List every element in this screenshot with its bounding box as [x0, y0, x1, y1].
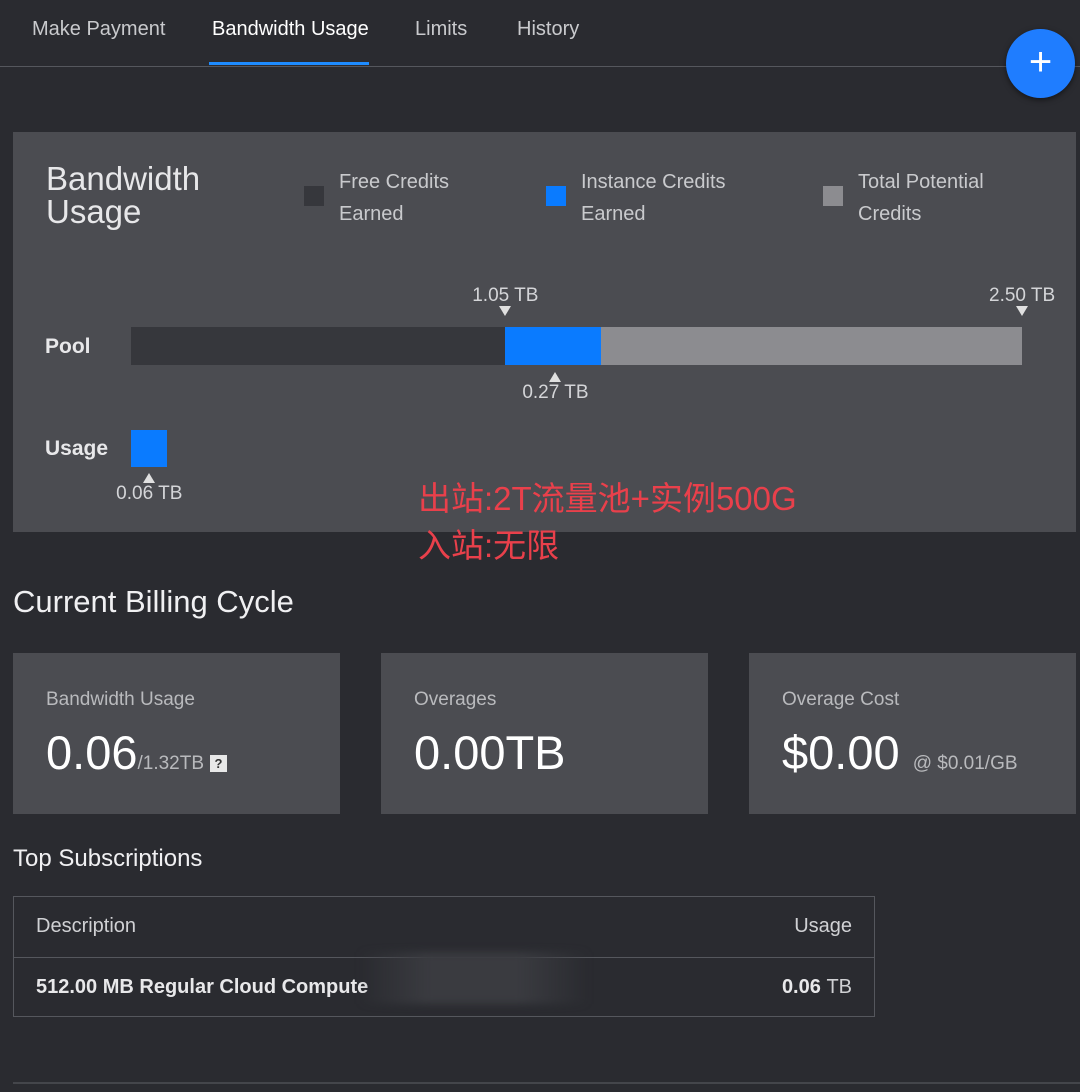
- page-divider: [13, 1082, 1080, 1084]
- card-value: 0.06/1.32TB?: [46, 725, 228, 780]
- help-icon[interactable]: ?: [210, 755, 228, 772]
- column-header-usage: Usage: [794, 915, 852, 937]
- card-value: 0.00TB: [414, 726, 566, 779]
- tab-history[interactable]: History: [517, 18, 579, 41]
- legend-label: Total Potential Credits: [858, 171, 984, 225]
- legend-label: Instance Credits Earned: [581, 171, 726, 225]
- column-header-description: Description: [36, 915, 137, 937]
- usage-number: 0.06: [781, 976, 821, 998]
- subscription-description: 512.00 MB Regular Cloud Compute: [36, 976, 369, 998]
- legend-swatch: [304, 186, 324, 206]
- card-label: Overages: [414, 689, 497, 710]
- usage-label: Usage: [45, 437, 109, 460]
- total-credits-marker-arrow: [1016, 306, 1028, 316]
- tab-make-payment[interactable]: Make Payment: [32, 18, 165, 41]
- billing-cycle-title: Current Billing Cycle: [13, 584, 294, 619]
- card-label: Overage Cost: [782, 689, 900, 710]
- usage-marker-label: 0.06 TB: [116, 483, 183, 504]
- panel-title: Bandwidth Usage: [46, 160, 201, 230]
- usage-unit: TB: [826, 976, 852, 998]
- redaction-blur: [359, 952, 589, 1004]
- overages-card: Overages 0.00TB: [381, 653, 708, 814]
- usage-marker-arrow: [143, 473, 156, 483]
- pool-bar: [131, 327, 1022, 365]
- pool-label: Pool: [45, 335, 91, 358]
- pool-segment-instance: [505, 327, 602, 365]
- tab-bar: Make Payment Bandwidth Usage Limits Hist…: [0, 0, 1080, 67]
- pool-segment-free: [131, 327, 506, 365]
- add-button[interactable]: +: [1006, 29, 1075, 98]
- pool-segment-remaining: [601, 327, 1022, 365]
- free-credits-marker-label: 1.05 TB: [472, 285, 539, 306]
- bandwidth-usage-panel: Bandwidth Usage Free Credits Earned Inst…: [13, 132, 1076, 564]
- instance-credits-marker-label: 0.27 TB: [522, 382, 589, 403]
- total-credits-marker-label: 2.50 TB: [989, 285, 1056, 306]
- bandwidth-usage-card: Bandwidth Usage 0.06/1.32TB?: [13, 653, 340, 814]
- free-credits-marker-arrow: [499, 306, 512, 316]
- legend-swatch: [823, 186, 843, 206]
- usage-bar: [131, 430, 168, 467]
- subscription-usage: 0.06 TB: [782, 976, 852, 999]
- instance-credits-marker-arrow: [549, 372, 562, 382]
- active-tab-indicator: [209, 62, 369, 65]
- annotation-outbound: 出站:2T流量池+实例500G: [418, 480, 797, 517]
- cost-value: $0.00: [782, 726, 900, 779]
- tab-limits[interactable]: Limits: [415, 18, 467, 41]
- card-value: $0.00 @ $0.01/GB: [782, 725, 1018, 780]
- annotation-inbound: 入站:无限: [418, 527, 560, 564]
- subscriptions-table: Description Usage 512.00 MB Regular Clou…: [13, 896, 875, 1017]
- legend-label: Free Credits Earned: [339, 171, 450, 225]
- legend-swatch: [546, 186, 566, 206]
- overage-cost-card: Overage Cost $0.00 @ $0.01/GB: [749, 653, 1076, 814]
- usage-limit: /1.32TB: [137, 753, 205, 774]
- tab-bandwidth-usage[interactable]: Bandwidth Usage: [212, 18, 369, 41]
- cost-rate: @ $0.01/GB: [912, 753, 1018, 774]
- top-subscriptions-title: Top Subscriptions: [13, 845, 203, 872]
- usage-value: 0.06: [46, 726, 138, 779]
- card-label: Bandwidth Usage: [46, 689, 195, 710]
